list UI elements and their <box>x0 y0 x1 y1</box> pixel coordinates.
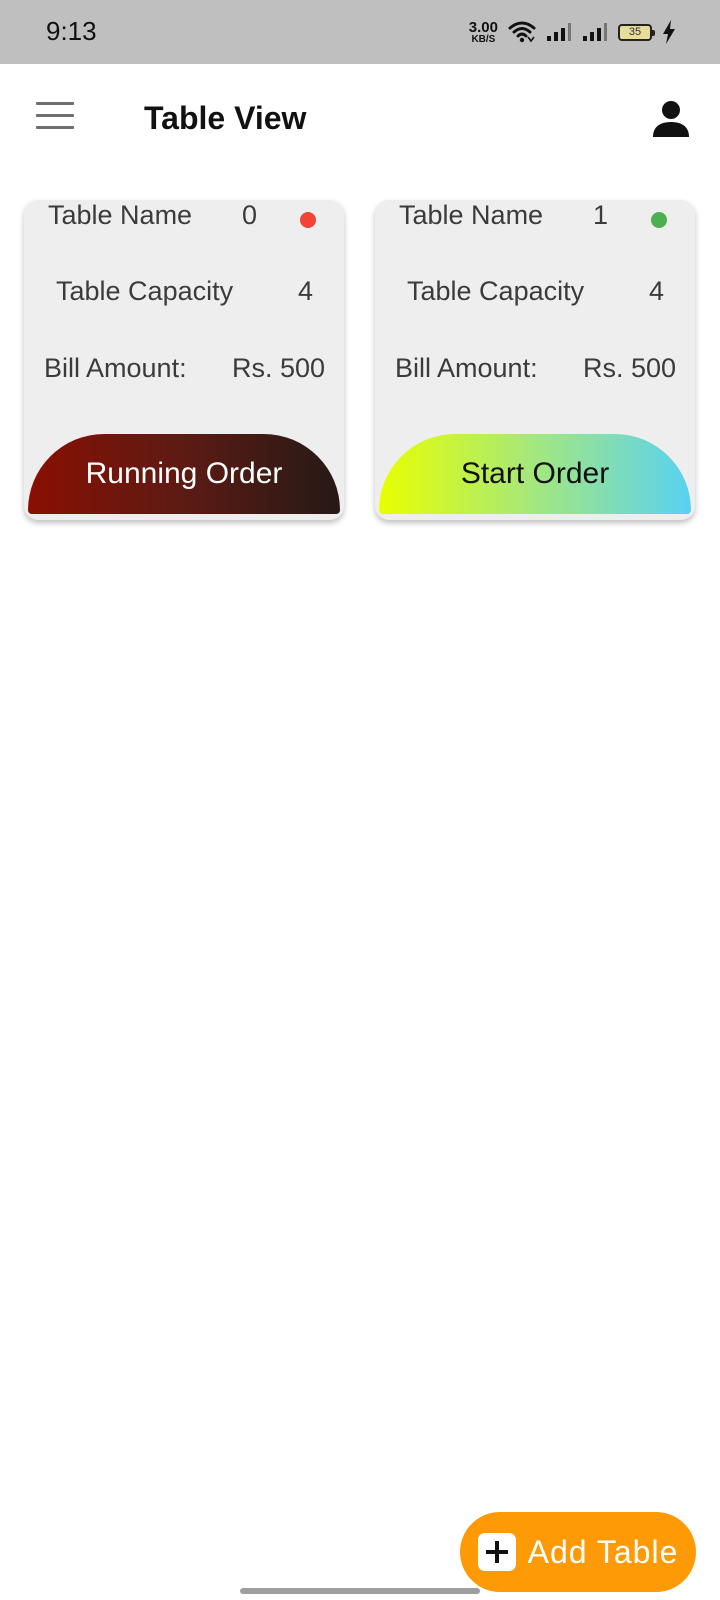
person-icon[interactable] <box>652 100 690 138</box>
battery-icon: 35 <box>618 23 655 41</box>
running-order-button[interactable]: Running Order <box>28 434 340 514</box>
table-name-value: 0 <box>242 200 258 230</box>
network-speed-value: 3.00 <box>468 18 498 36</box>
table-name-value: 1 <box>593 200 609 230</box>
bill-amount-label: Bill Amount: <box>395 353 538 383</box>
table-capacity-value: 4 <box>298 276 314 306</box>
app-bar: Table View <box>0 64 720 176</box>
bill-amount-value: Rs. 500 <box>232 353 326 383</box>
start-order-button[interactable]: Start Order <box>379 434 691 514</box>
table-capacity-value: 4 <box>649 276 665 306</box>
table-card: Table Name 1 Table Capacity 4 Bill Amoun… <box>375 200 695 520</box>
battery-level: 35 <box>628 26 642 38</box>
add-table-label: Add Table <box>527 1533 679 1570</box>
table-name-label: Table Name <box>399 200 544 230</box>
screen: 9:13 3.00 KB/S 35 Table View Table Name … <box>0 0 720 1600</box>
wifi-icon <box>508 21 536 43</box>
page-title: Table View <box>144 100 307 136</box>
status-time: 9:13 <box>46 16 97 46</box>
signal-icon <box>583 23 607 41</box>
status-icons: 3.00 KB/S 35 <box>469 16 676 48</box>
gesture-navigation-bar[interactable] <box>240 1588 480 1594</box>
plus-icon <box>477 1533 516 1571</box>
add-table-button[interactable]: Add Table <box>460 1512 696 1592</box>
status-indicator-dot <box>300 212 316 228</box>
bill-amount-label: Bill Amount: <box>44 353 187 383</box>
bill-amount-value: Rs. 500 <box>583 353 677 383</box>
hamburger-menu-icon[interactable] <box>36 102 74 130</box>
status-bar: 9:13 3.00 KB/S 35 <box>0 0 720 64</box>
table-capacity-label: Table Capacity <box>56 276 234 306</box>
status-indicator-dot <box>651 212 667 228</box>
network-speed-unit: KB/S <box>471 33 496 45</box>
table-card: Table Name 0 Table Capacity 4 Bill Amoun… <box>24 200 344 520</box>
table-name-label: Table Name <box>48 200 193 230</box>
network-speed: 3.00 KB/S <box>469 20 498 45</box>
charging-icon <box>663 20 675 44</box>
table-capacity-label: Table Capacity <box>407 276 585 306</box>
signal-icon <box>547 23 571 41</box>
